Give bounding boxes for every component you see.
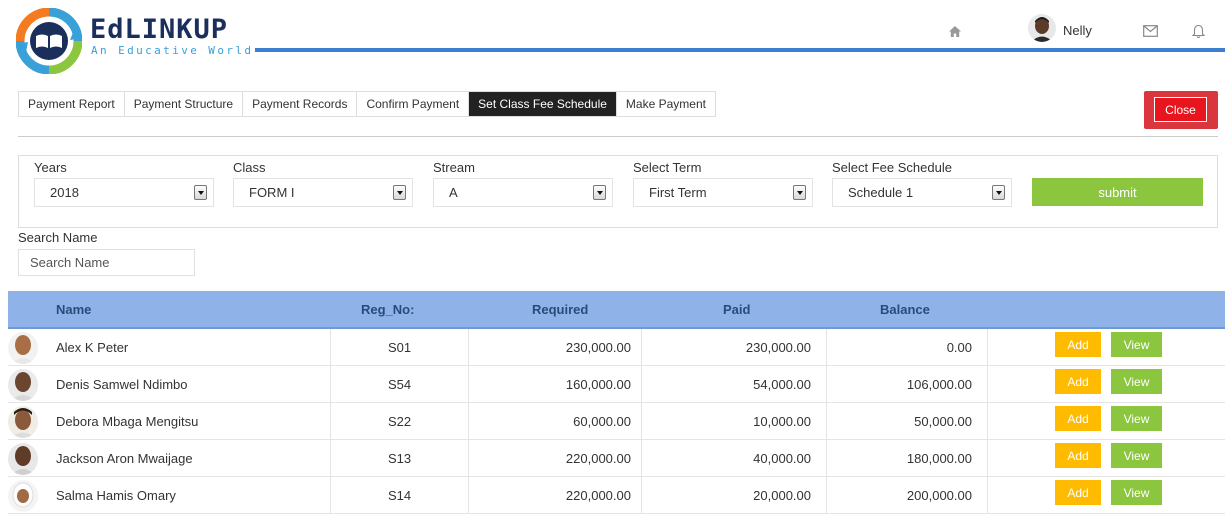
add-button[interactable]: Add	[1055, 369, 1101, 394]
user-name[interactable]: Nelly	[1063, 23, 1092, 38]
close-button[interactable]: Close	[1154, 97, 1207, 122]
close-panel: Close	[1144, 91, 1218, 129]
tab-set-class-fee-schedule[interactable]: Set Class Fee Schedule	[469, 92, 617, 116]
add-button[interactable]: Add	[1055, 332, 1101, 357]
balance-amount: 0.00	[946, 340, 972, 355]
table-row: Jackson Aron Mwaijage S13 220,000.00 40,…	[8, 440, 1225, 477]
years-label: Years	[34, 160, 67, 175]
required-amount: 60,000.00	[573, 414, 631, 429]
stream-select[interactable]: A	[433, 178, 613, 207]
header-accent-line	[255, 48, 1225, 52]
tab-make-payment[interactable]: Make Payment	[617, 92, 715, 116]
search-name-input[interactable]	[18, 249, 195, 276]
reg-no: S01	[388, 340, 412, 355]
column-paid[interactable]: Paid	[723, 291, 750, 327]
paid-amount: 54,000.00	[753, 377, 811, 392]
section-divider	[18, 136, 1218, 137]
required-amount: 160,000.00	[565, 377, 631, 392]
chevron-down-icon[interactable]	[393, 185, 406, 200]
student-avatar	[8, 332, 38, 364]
reg-no: S22	[388, 414, 412, 429]
filter-panel: Years 2018 Class FORM I Stream A Select …	[18, 155, 1218, 228]
paid-amount: 230,000.00	[745, 340, 811, 355]
tab-payment-structure[interactable]: Payment Structure	[125, 92, 244, 116]
years-value: 2018	[50, 185, 79, 200]
reg-no: S13	[388, 451, 412, 466]
required-amount: 220,000.00	[565, 451, 631, 466]
add-button[interactable]: Add	[1055, 406, 1101, 431]
student-avatar	[8, 369, 38, 401]
term-select[interactable]: First Term	[633, 178, 813, 207]
student-name: Jackson Aron Mwaijage	[56, 451, 193, 466]
student-name: Denis Samwel Ndimbo	[56, 377, 188, 392]
column-required[interactable]: Required	[532, 291, 588, 327]
view-button[interactable]: View	[1111, 480, 1162, 505]
stream-label: Stream	[433, 160, 475, 175]
chevron-down-icon[interactable]	[194, 185, 207, 200]
table-row: Salma Hamis Omary S14 220,000.00 20,000.…	[8, 477, 1225, 514]
student-avatar	[8, 443, 38, 475]
search-name-label: Search Name	[18, 230, 98, 245]
view-button[interactable]: View	[1111, 443, 1162, 468]
balance-amount: 50,000.00	[914, 414, 972, 429]
paid-amount: 40,000.00	[753, 451, 811, 466]
logo-icon[interactable]	[16, 8, 82, 74]
column-reg-no[interactable]: Reg_No:	[361, 291, 414, 327]
home-icon[interactable]	[946, 22, 964, 40]
top-bar: EdLINKUP An Educative World Nelly	[0, 0, 1225, 80]
paid-amount: 10,000.00	[753, 414, 811, 429]
term-label: Select Term	[633, 160, 702, 175]
balance-amount: 200,000.00	[906, 488, 972, 503]
add-button[interactable]: Add	[1055, 480, 1101, 505]
fee-schedule-label: Select Fee Schedule	[832, 160, 952, 175]
table-row: Alex K Peter S01 230,000.00 230,000.00 0…	[8, 329, 1225, 366]
chevron-down-icon[interactable]	[793, 185, 806, 200]
chevron-down-icon[interactable]	[992, 185, 1005, 200]
user-avatar[interactable]	[1028, 14, 1056, 42]
tab-confirm-payment[interactable]: Confirm Payment	[357, 92, 470, 116]
mail-icon[interactable]	[1141, 22, 1159, 40]
balance-amount: 106,000.00	[906, 377, 972, 392]
reg-no: S14	[388, 488, 412, 503]
required-amount: 220,000.00	[565, 488, 631, 503]
term-value: First Term	[649, 185, 707, 200]
student-name: Salma Hamis Omary	[56, 488, 176, 503]
student-avatar	[8, 406, 38, 438]
payment-tabs: Payment Report Payment Structure Payment…	[18, 91, 716, 117]
class-select[interactable]: FORM I	[233, 178, 413, 207]
student-name: Debora Mbaga Mengitsu	[56, 414, 199, 429]
student-name: Alex K Peter	[56, 340, 129, 355]
column-name[interactable]: Name	[56, 291, 91, 327]
view-button[interactable]: View	[1111, 369, 1162, 394]
tab-payment-records[interactable]: Payment Records	[243, 92, 358, 116]
page: EdLINKUP An Educative World Nelly Paymen…	[0, 0, 1225, 515]
brand-tagline: An Educative World	[91, 44, 254, 57]
table-header: Name Reg_No: Required Paid Balance	[8, 291, 1225, 327]
class-label: Class	[233, 160, 266, 175]
add-button[interactable]: Add	[1055, 443, 1101, 468]
brand-name: EdLINKUP	[90, 14, 229, 45]
stream-value: A	[449, 185, 458, 200]
column-balance[interactable]: Balance	[880, 291, 930, 327]
tab-payment-report[interactable]: Payment Report	[19, 92, 125, 116]
table-row: Denis Samwel Ndimbo S54 160,000.00 54,00…	[8, 366, 1225, 403]
submit-button[interactable]: submit	[1032, 178, 1203, 206]
view-button[interactable]: View	[1111, 332, 1162, 357]
balance-amount: 180,000.00	[906, 451, 972, 466]
required-amount: 230,000.00	[565, 340, 631, 355]
class-value: FORM I	[249, 185, 295, 200]
fee-schedule-value: Schedule 1	[848, 185, 914, 200]
fee-schedule-select[interactable]: Schedule 1	[832, 178, 1012, 207]
table-row: Debora Mbaga Mengitsu S22 60,000.00 10,0…	[8, 403, 1225, 440]
view-button[interactable]: View	[1111, 406, 1162, 431]
bell-icon[interactable]	[1189, 22, 1207, 40]
reg-no: S54	[388, 377, 412, 392]
paid-amount: 20,000.00	[753, 488, 811, 503]
student-avatar	[8, 480, 38, 512]
chevron-down-icon[interactable]	[593, 185, 606, 200]
years-select[interactable]: 2018	[34, 178, 214, 207]
